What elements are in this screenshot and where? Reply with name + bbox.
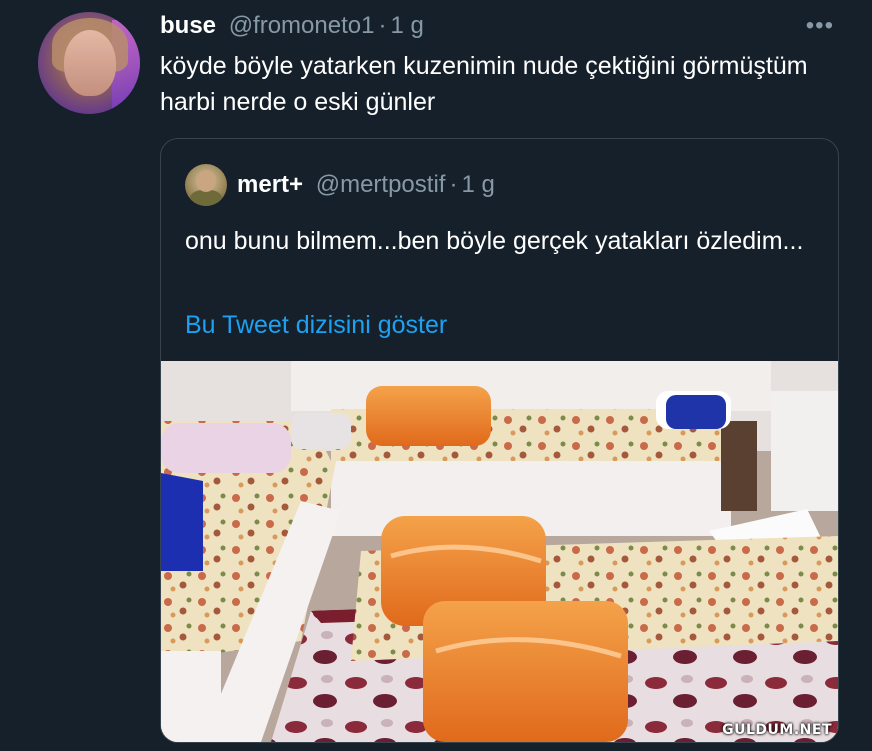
quoted-avatar[interactable]	[185, 164, 227, 206]
tweet-header: buse @fromoneto1 · 1 g	[160, 10, 424, 42]
timestamp[interactable]: 1 g	[390, 12, 423, 39]
tweet[interactable]: buse @fromoneto1 · 1 g ••• köyde böyle yat…	[0, 0, 872, 751]
quoted-display-name[interactable]: mert+	[237, 171, 303, 198]
display-name[interactable]: buse	[160, 12, 216, 39]
quoted-separator-dot: ·	[449, 171, 458, 198]
quoted-avatar-head	[196, 170, 216, 192]
avatar[interactable]	[38, 12, 140, 114]
quoted-user-handle[interactable]: @mertpostif	[316, 171, 446, 198]
tweet-text: köyde böyle yatarken kuzenimin nude çekt…	[160, 52, 808, 116]
separator-dot: ·	[378, 12, 387, 39]
user-handle[interactable]: @fromoneto1	[229, 12, 375, 39]
quoted-avatar-body	[190, 190, 222, 206]
quoted-tweet[interactable]: mert+ @mertpostif · 1 g onu bunu bilmem...…	[160, 138, 839, 743]
watermark: GULDUM.NET	[722, 722, 832, 738]
more-options-icon[interactable]: •••	[806, 12, 834, 40]
show-thread-link[interactable]: Bu Tweet dizisini göster	[185, 307, 447, 343]
quoted-header: mert+ @mertpostif · 1 g	[237, 169, 495, 201]
quoted-timestamp[interactable]: 1 g	[461, 171, 494, 198]
avatar-face	[64, 30, 116, 96]
room-floor-beds-illustration	[161, 361, 838, 742]
tweet-photo[interactable]: GULDUM.NET	[161, 361, 838, 742]
quoted-text: onu bunu bilmem...ben böyle gerçek yatak…	[185, 227, 804, 255]
